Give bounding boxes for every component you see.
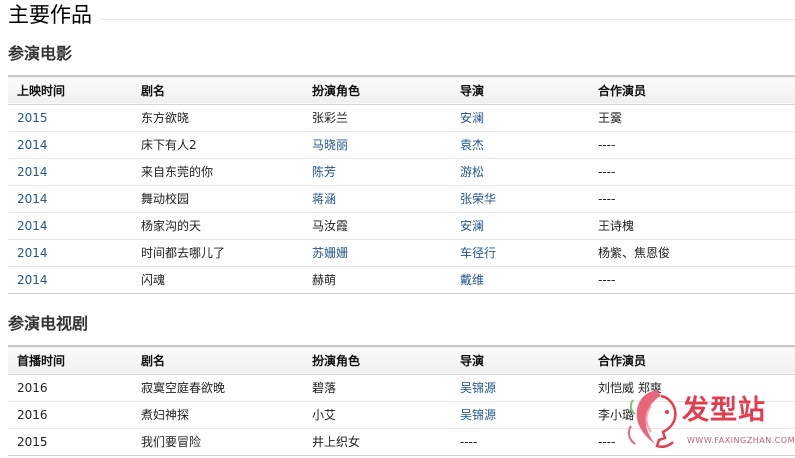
- col-header-premiere-time: 首播时间: [17, 353, 66, 368]
- year-link[interactable]: 2014: [17, 273, 48, 287]
- work-name: 闪魂: [141, 273, 166, 287]
- role-name: 碧落: [312, 381, 337, 395]
- director-link[interactable]: 袁杰: [460, 138, 484, 152]
- director-link[interactable]: 张荣华: [460, 192, 496, 206]
- tv-section-title: 参演电视剧: [8, 314, 89, 333]
- director-link[interactable]: 游松: [460, 165, 484, 179]
- year-text: 2016: [17, 407, 48, 422]
- work-name: 杨家沟的天: [141, 219, 202, 233]
- col-header-director: 导演: [460, 83, 485, 98]
- table-row: 2014 杨家沟的天 马汝霞 安澜 王诗槐: [8, 212, 795, 240]
- work-name: 来自东莞的你: [141, 165, 214, 179]
- year-link[interactable]: 2014: [17, 219, 48, 233]
- table-row: 2014 舞动校园 蒋涵 张荣华 ----: [8, 185, 795, 213]
- costars-text: ----: [598, 137, 616, 152]
- year-link[interactable]: 2015: [17, 111, 48, 125]
- table-row: 2014 时间都去哪儿了 苏姗姗 车径行 杨紫、焦恩俊: [8, 239, 795, 267]
- costars-text: ----: [598, 191, 616, 206]
- table-row: 2014 床下有人2 马晓丽 袁杰 ----: [8, 131, 795, 159]
- work-name: 东方欲晓: [141, 111, 190, 125]
- work-name: 时间都去哪儿了: [141, 246, 226, 260]
- col-header-costars: 合作演员: [598, 83, 647, 98]
- table-header-row: 首播时间 剧名 扮演角色 导演 合作演员: [8, 346, 795, 374]
- table-header-row: 上映时间 剧名 扮演角色 导演 合作演员: [8, 76, 795, 104]
- col-header-role: 扮演角色: [312, 83, 361, 98]
- role-name: 张彩兰: [312, 111, 349, 125]
- woman-profile-logo-icon: [627, 390, 677, 449]
- title-divider: [100, 18, 795, 20]
- main-header: 主要作品: [8, 2, 795, 28]
- col-header-release-time: 上映时间: [17, 83, 66, 98]
- year-text: 2016: [17, 380, 48, 395]
- costars-text: 王霙: [598, 111, 623, 125]
- role-name: 井上织女: [312, 435, 361, 449]
- films-table: 上映时间 剧名 扮演角色 导演 合作演员 2015 东方欲晓 张彩兰 安澜 王霙…: [8, 75, 795, 294]
- costars-text: 杨紫、焦恩俊: [598, 246, 671, 260]
- costars-text: 王诗槐: [598, 219, 635, 233]
- role-name: 赫萌: [312, 273, 337, 287]
- col-header-title: 剧名: [141, 353, 166, 368]
- role-name: 马汝霞: [312, 219, 349, 233]
- year-link[interactable]: 2014: [17, 138, 48, 152]
- director-link[interactable]: 吴锦源: [460, 381, 496, 395]
- watermark-brand: 发型站: [682, 395, 766, 426]
- costars-text: ----: [598, 164, 616, 179]
- director-link[interactable]: 戴维: [460, 273, 484, 287]
- year-link[interactable]: 2014: [17, 246, 48, 260]
- table-row: 2014 闪魂 赫萌 戴维 ----: [8, 266, 795, 294]
- col-header-costars: 合作演员: [598, 353, 647, 368]
- role-link[interactable]: 陈芳: [312, 165, 336, 179]
- year-link[interactable]: 2014: [17, 165, 48, 179]
- films-section-title: 参演电影: [8, 44, 73, 63]
- role-link[interactable]: 苏姗姗: [312, 246, 348, 260]
- work-name: 寂寞空庭春欲晚: [141, 381, 226, 395]
- director-link[interactable]: 安澜: [460, 219, 484, 233]
- work-name: 床下有人2: [141, 138, 197, 152]
- role-link[interactable]: 蒋涵: [312, 192, 336, 206]
- director-text: ----: [460, 434, 478, 449]
- year-link[interactable]: 2014: [17, 192, 48, 206]
- costars-text: ----: [598, 434, 616, 449]
- costars-text: ----: [598, 272, 616, 287]
- page-title: 主要作品: [8, 3, 92, 27]
- director-link[interactable]: 车径行: [460, 246, 496, 260]
- site-watermark: 发型站 WWW.FAXINGZHAN.COM: [625, 386, 795, 454]
- role-name: 小艾: [312, 408, 337, 422]
- table-row: 2015 东方欲晓 张彩兰 安澜 王霙: [8, 104, 795, 132]
- work-name: 煮妇神探: [141, 408, 190, 422]
- director-link[interactable]: 安澜: [460, 111, 484, 125]
- year-text: 2015: [17, 434, 48, 449]
- work-name: 我们要冒险: [141, 435, 202, 449]
- role-link[interactable]: 马晓丽: [312, 138, 348, 152]
- table-row: 2014 来自东莞的你 陈芳 游松 ----: [8, 158, 795, 186]
- col-header-director: 导演: [460, 353, 485, 368]
- watermark-url: WWW.FAXINGZHAN.COM: [687, 436, 795, 445]
- director-link[interactable]: 吴锦源: [460, 408, 496, 422]
- col-header-role: 扮演角色: [312, 353, 361, 368]
- work-name: 舞动校园: [141, 192, 190, 206]
- col-header-title: 剧名: [141, 83, 166, 98]
